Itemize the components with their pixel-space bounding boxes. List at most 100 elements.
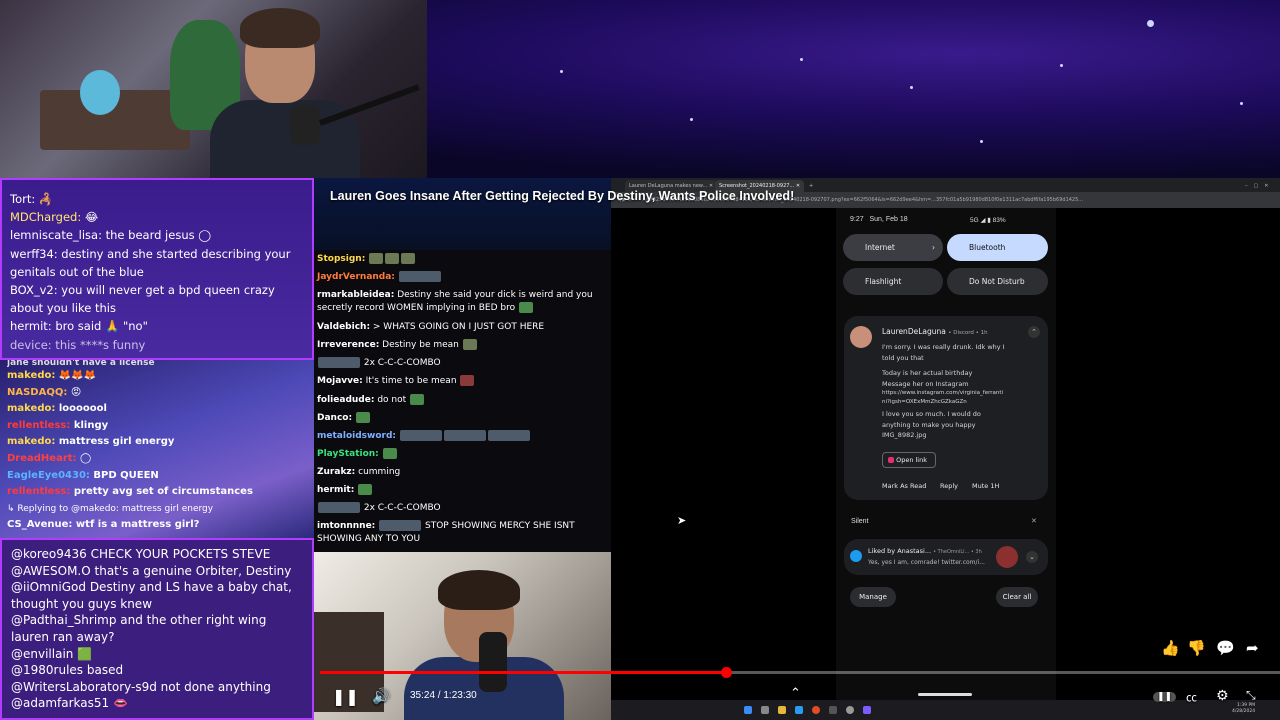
taskbar-app-icon[interactable]: [829, 706, 837, 714]
emote-icon: [355, 411, 370, 423]
chat-message: @koreo9436 CHECK YOUR POCKETS STEVE: [11, 547, 271, 561]
taskbar-app-icon[interactable]: [761, 706, 769, 714]
emote-icon: [399, 429, 442, 441]
tile-bluetooth[interactable]: Bluetooth: [947, 234, 1048, 261]
comment-icon[interactable]: 💬: [1216, 639, 1235, 657]
chat-message: rellentless: pretty avg set of circumsta…: [7, 486, 253, 498]
chat-message: folieadude: do not: [317, 391, 608, 409]
fullscreen-exit-icon[interactable]: ⤡: [1246, 688, 1256, 703]
dismiss-silent-icon[interactable]: ✕: [1031, 517, 1037, 525]
emote-icon: [462, 339, 477, 351]
chat-message: @adamfarkas51 👄: [11, 696, 128, 711]
manage-button[interactable]: Manage: [850, 587, 896, 607]
chat-message: MDCharged: 😂: [10, 210, 99, 225]
emote-icon: [401, 253, 416, 264]
emote-icon: [460, 375, 475, 387]
chrome-icon[interactable]: [812, 706, 820, 714]
phone-date: Sun, Feb 18: [869, 216, 908, 223]
chat-message: Mojavve: It's time to be mean: [317, 372, 608, 390]
mark-as-read-button[interactable]: Mark As Read: [882, 482, 926, 490]
edge-icon[interactable]: [795, 706, 803, 714]
chat-message: @envillain 🟩: [11, 646, 93, 661]
taskbar-app-icon[interactable]: [863, 706, 871, 714]
start-icon[interactable]: [744, 706, 752, 714]
chat-message: rmarkableidea: Destiny she said your dic…: [317, 290, 593, 314]
chat-message: werff34: destiny and she started describ…: [10, 246, 291, 279]
home-indicator: [918, 693, 972, 696]
pause-icon[interactable]: ❚❚: [332, 687, 359, 706]
volume-icon[interactable]: 🔊: [372, 687, 391, 705]
twitter-notification[interactable]: Liked by Anastasi... • TheOmniLi... • 3h…: [844, 539, 1048, 575]
time-display: 35:24 / 1:23:30: [410, 690, 477, 701]
chat-message: EagleEye0430: BPD QUEEN: [7, 469, 159, 481]
chat-message: makedo: mattress girl energy: [7, 436, 175, 448]
chat-message: Tort: 🦂: [10, 192, 54, 206]
window-controls[interactable]: –▢✕: [1241, 180, 1278, 192]
chat-message: imtonnnne: STOP SHOWING MERCY SHE ISNT S…: [317, 520, 575, 545]
avatar: [850, 326, 872, 348]
twitch-chat-middle: jane shouldn't have a license makedo: 🦊🦊…: [0, 360, 314, 538]
tile-flashlight[interactable]: Flashlight: [843, 268, 943, 295]
chat-message: makedo: 🦊🦊🦊: [7, 370, 97, 381]
open-link-button[interactable]: Open link: [882, 452, 936, 468]
twitch-chat-center: Stopsign: JaydrVernanda: rmarkableidea: …: [314, 250, 611, 552]
chat-message: @1980rules based: [11, 663, 124, 678]
emote-icon: [379, 520, 422, 532]
expand-icon[interactable]: ⌄: [1026, 551, 1038, 563]
chat-message: NASDAQQ: 😡: [7, 386, 82, 398]
reply-button[interactable]: Reply: [940, 482, 958, 490]
emote-icon: [443, 429, 486, 441]
chevron-up-icon[interactable]: ⌃: [790, 686, 801, 701]
thumbnail-image: [996, 546, 1018, 568]
streamer-webcam-top: [0, 0, 427, 178]
notification-line: Message her on Instagram: [882, 379, 969, 388]
chat-message: lemniscate_lisa: the beard jesus ◯: [10, 228, 212, 243]
dislike-icon[interactable]: 👎: [1187, 639, 1206, 657]
notification-line: Today is her actual birthday: [882, 369, 973, 377]
silent-label: Silent: [851, 518, 869, 525]
emote-icon: [369, 253, 384, 264]
chat-message: @AWESOM.O that's a genuine Orbiter, Dest…: [11, 563, 292, 578]
chat-message: JaydrVernanda:: [317, 268, 608, 286]
emote-icon: [487, 429, 530, 441]
new-tab-button[interactable]: +: [805, 180, 817, 192]
emote-icon: [318, 502, 360, 514]
scrubber-handle[interactable]: [721, 667, 733, 678]
settings-icon[interactable]: ⚙: [1216, 688, 1229, 704]
phone-status-icons: 5G ◢ ▮ 83%: [970, 217, 1006, 224]
tile-internet[interactable]: Internet ›: [843, 234, 943, 261]
folder-icon[interactable]: [778, 706, 786, 714]
taskbar-app-icon[interactable]: [846, 706, 854, 714]
chat-message: @WritersLaboratory-s9d not done anything: [11, 679, 271, 694]
chat-message: Valdebich: > WHATS GOING ON I JUST GOT H…: [317, 322, 545, 333]
video-title: Lauren Goes Insane After Getting Rejecte…: [330, 189, 795, 203]
phone-time: 9:27: [850, 216, 864, 223]
mouse-cursor-icon: ➤: [677, 514, 687, 527]
emote-icon: [382, 447, 397, 459]
emote-icon: [410, 393, 425, 405]
youtube-chat-bottom: @koreo9436 CHECK YOUR POCKETS STEVE @AWE…: [0, 538, 314, 720]
chat-reply-context: ↳ Replying to @makedo: mattress girl ene…: [7, 503, 214, 514]
emote-icon: [318, 357, 360, 369]
chat-message: 2x C-C-C-COMBO: [317, 354, 608, 372]
notification-line: I love you so much. I would do anything …: [882, 410, 981, 429]
collapse-icon[interactable]: ⌃: [1028, 326, 1040, 338]
system-clock: 1:39 PM 4/28/2024: [1232, 703, 1256, 714]
captions-icon[interactable]: ㏄: [1186, 689, 1197, 705]
clear-all-button[interactable]: Clear all: [996, 587, 1038, 607]
autoplay-toggle[interactable]: ❚❚: [1153, 692, 1177, 702]
chat-message: Stopsign:: [317, 250, 608, 268]
chat-message-partial: jane shouldn't have a license: [7, 360, 155, 368]
chat-message: hermit: bro said 🙏 "no": [10, 319, 148, 334]
discord-notification[interactable]: LaurenDeLaguna • Discord • 1h ⌃ I'm sorr…: [844, 316, 1048, 500]
tile-do-not-disturb[interactable]: Do Not Disturb: [947, 268, 1048, 295]
like-icon[interactable]: 👍: [1161, 639, 1180, 657]
emote-icon: [385, 253, 400, 264]
share-icon[interactable]: ➦: [1246, 639, 1259, 657]
notification-line: I'm sorry. I was really drunk. Idk why I…: [882, 343, 1005, 362]
mute-button[interactable]: Mute 1H: [972, 482, 999, 490]
emote-icon: [358, 484, 373, 496]
chat-message: rellentless: klingy: [7, 419, 109, 431]
chat-message: hermit:: [317, 481, 608, 499]
chat-message: CS_Avenue: wtf is a mattress girl?: [7, 519, 200, 531]
